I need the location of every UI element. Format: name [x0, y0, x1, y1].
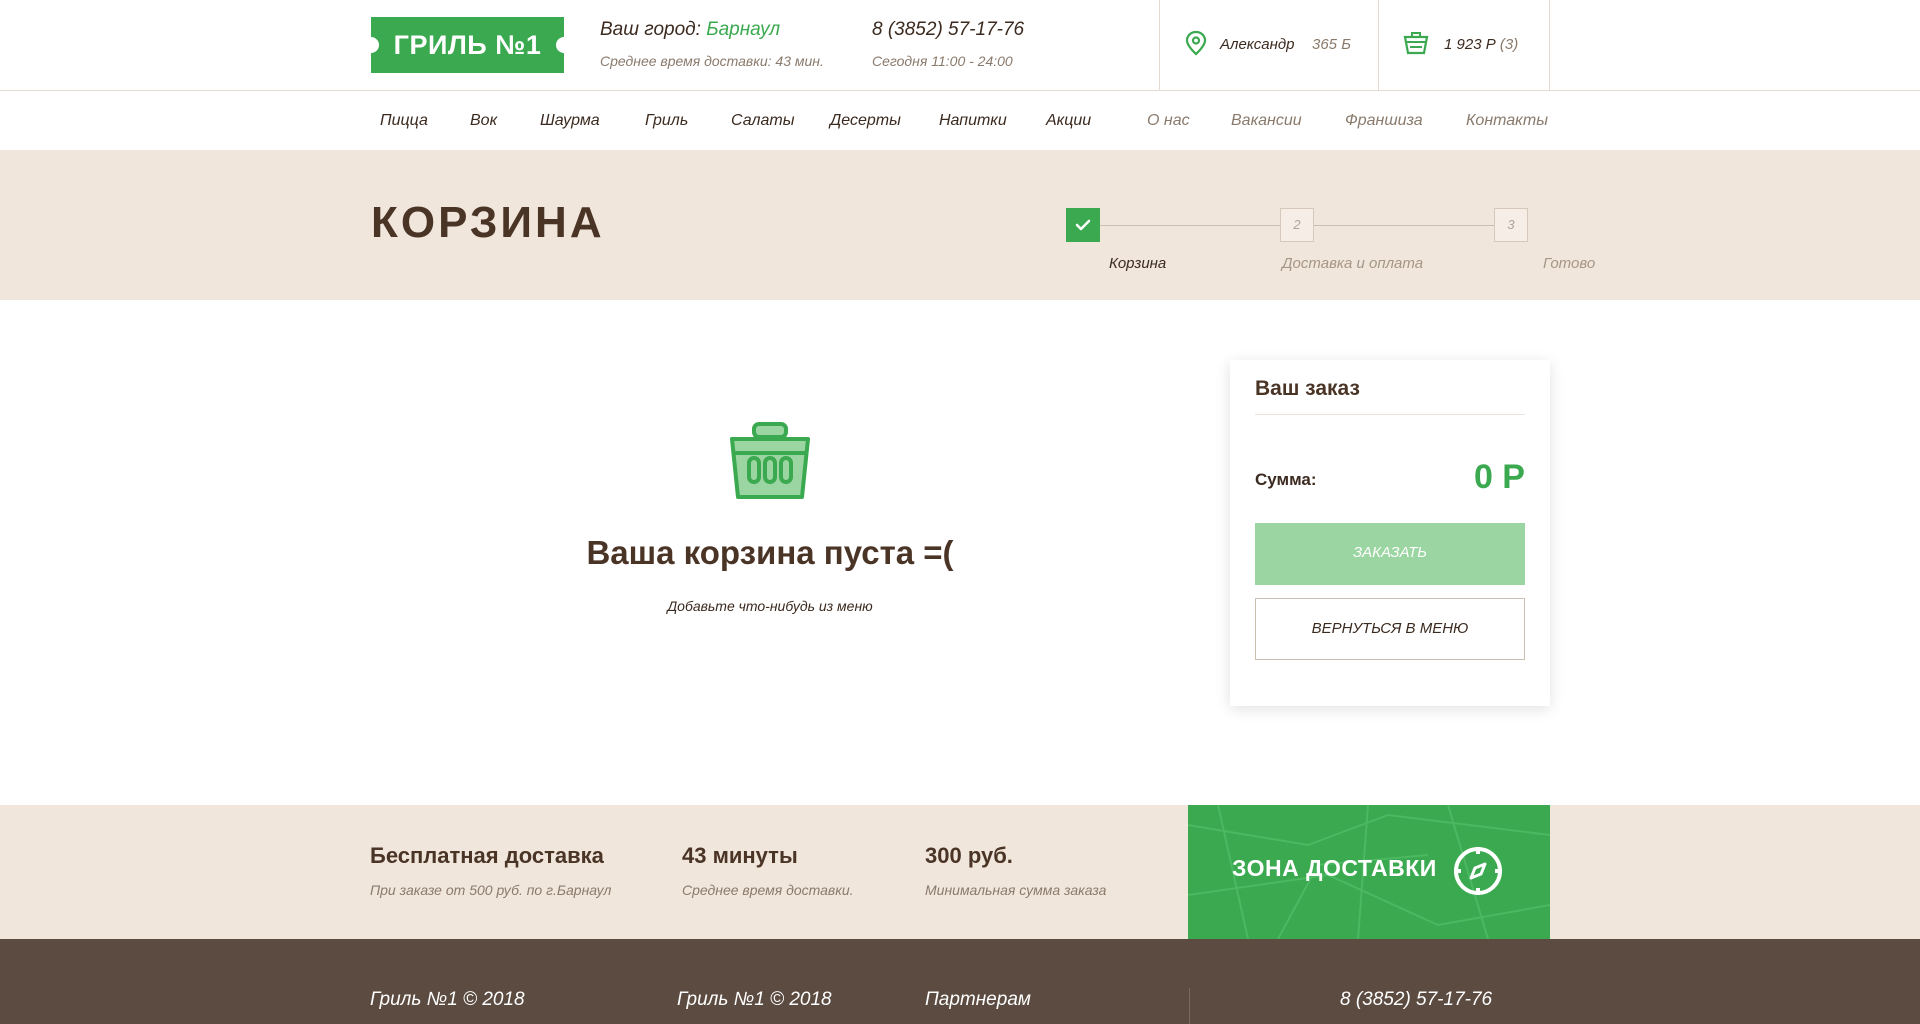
cart-total-value: 1 923 Р — [1444, 36, 1496, 53]
order-divider — [1255, 414, 1525, 415]
site-header: ГРИЛЬ №1 Ваш город: Барнаул Среднее врем… — [0, 0, 1920, 91]
user-name: Александр — [1220, 36, 1295, 53]
page-banner — [0, 150, 1920, 300]
nav-item-grill[interactable]: Гриль — [645, 112, 688, 130]
step-connector — [1100, 225, 1280, 226]
back-to-menu-button[interactable]: ВЕРНУТЬСЯ В МЕНЮ — [1255, 598, 1525, 660]
nav-item-pizza[interactable]: Пицца — [380, 112, 428, 130]
user-bonus: 365 Б — [1312, 36, 1351, 53]
step-1-label: Корзина — [1109, 255, 1167, 272]
step-3-number: 3 — [1494, 208, 1528, 242]
feature-title: Бесплатная доставка — [370, 843, 604, 868]
city-value[interactable]: Барнаул — [706, 19, 780, 40]
nav-item-franchise[interactable]: Франшиза — [1345, 112, 1423, 130]
features-strip — [0, 805, 1920, 939]
user-account[interactable]: Александр 365 Б — [1160, 0, 1378, 90]
basket-icon — [730, 422, 810, 499]
logo[interactable]: ГРИЛЬ №1 — [371, 17, 564, 73]
empty-cart-subtitle: Добавьте что-нибудь из меню — [667, 598, 873, 614]
logo-text: ГРИЛЬ №1 — [393, 30, 542, 60]
step-1-done — [1066, 208, 1100, 242]
nav-item-about[interactable]: О нас — [1147, 112, 1190, 130]
header-cart[interactable]: 1 923 Р (3) — [1379, 0, 1549, 90]
footer-partners-link[interactable]: Партнерам — [925, 989, 1031, 1011]
location-pin-icon — [1185, 30, 1207, 56]
empty-cart-title: Ваша корзина пуста =( — [586, 534, 954, 571]
footer-copyright: Гриль №1 © 2018 — [370, 989, 525, 1010]
footer-divider — [1189, 988, 1190, 1024]
page-title: КОРЗИНА — [371, 198, 605, 247]
city-selector[interactable]: Ваш город: Барнаул — [600, 19, 780, 41]
feature-subtitle: Среднее время доставки. — [682, 882, 854, 898]
footer-copyright: Гриль №1 © 2018 — [677, 989, 832, 1010]
delivery-time: Среднее время доставки: 43 мин. — [600, 53, 824, 69]
nav-item-salads[interactable]: Салаты — [731, 112, 794, 130]
sum-label: Сумма: — [1255, 470, 1317, 489]
sum-value: 0 Р — [1473, 458, 1525, 496]
cart-count: (3) — [1499, 36, 1519, 53]
header-divider — [1549, 0, 1550, 90]
header-phone[interactable]: 8 (3852) 57-17-76 — [872, 19, 1024, 41]
delivery-zone-button[interactable]: ЗОНА ДОСТАВКИ — [1188, 805, 1550, 939]
feature-title: 300 руб. — [925, 843, 1013, 868]
site-footer — [0, 939, 1920, 1024]
nav-item-contacts[interactable]: Контакты — [1466, 112, 1548, 130]
order-title: Ваш заказ — [1255, 377, 1360, 400]
compass-icon — [1454, 847, 1502, 895]
nav-item-wok[interactable]: Вок — [470, 112, 497, 130]
checkmark-icon — [1075, 219, 1091, 231]
nav-item-desserts[interactable]: Десерты — [830, 112, 901, 130]
order-button[interactable]: ЗАКАЗАТЬ — [1255, 523, 1525, 585]
cart-basket-icon — [1403, 32, 1429, 55]
cart-total: 1 923 Р (3) — [1444, 36, 1518, 53]
footer-phone[interactable]: 8 (3852) 57-17-76 — [1340, 989, 1492, 1011]
city-label: Ваш город: — [600, 19, 701, 40]
step-connector — [1314, 225, 1494, 226]
feature-subtitle: Минимальная сумма заказа — [925, 882, 1107, 898]
step-2-label: Доставка и оплата — [1282, 255, 1424, 272]
delivery-zone-label: ЗОНА ДОСТАВКИ — [1232, 855, 1437, 881]
nav-item-shawarma[interactable]: Шаурма — [540, 112, 600, 130]
nav-item-vacancies[interactable]: Вакансии — [1231, 112, 1302, 130]
nav-item-promo[interactable]: Акции — [1046, 112, 1091, 130]
step-3-label: Готово — [1543, 255, 1596, 272]
step-2-number: 2 — [1280, 208, 1314, 242]
feature-subtitle: При заказе от 500 руб. по г.Барнаул — [370, 882, 612, 898]
nav-item-drinks[interactable]: Напитки — [939, 112, 1007, 130]
feature-title: 43 минуты — [682, 843, 798, 868]
working-hours: Сегодня 11:00 - 24:00 — [872, 53, 1013, 69]
